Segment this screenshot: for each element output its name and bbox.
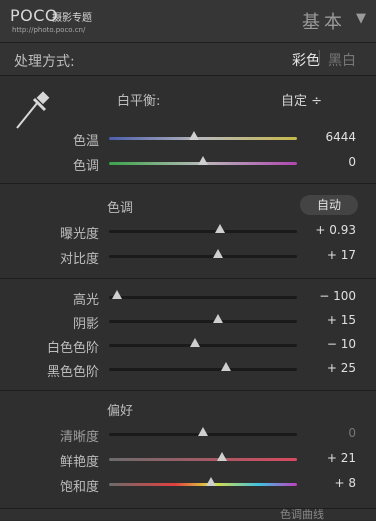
slider-row: 鲜艳度 + 21 <box>0 448 376 470</box>
slider-label: 高光 <box>72 293 99 308</box>
slider-row: 白色色阶 − 10 <box>0 334 376 356</box>
section-divider <box>0 390 376 391</box>
slider-thumb[interactable] <box>214 224 225 233</box>
presence-title: 偏好 <box>107 404 134 419</box>
slider-track[interactable] <box>109 483 297 486</box>
slider-track[interactable] <box>109 230 297 233</box>
slider-thumb[interactable] <box>213 314 224 323</box>
slider-row: 色调 0 <box>0 152 376 174</box>
slider-row: 色温 6444 <box>0 127 376 149</box>
slider-track[interactable] <box>109 344 297 347</box>
color-option[interactable]: 彩色 <box>292 50 320 70</box>
slider-value[interactable]: + 8 <box>334 476 356 490</box>
basic-panel: POCO 摄影专题 http://photo.poco.cn/ 基本 ▼ 处理方… <box>0 0 376 520</box>
tone-title: 色调 <box>107 201 134 216</box>
slider-value[interactable]: + 25 <box>327 361 356 375</box>
logo-url: http://photo.poco.cn/ <box>12 26 86 34</box>
white-balance-label: 白平衡: <box>117 94 161 109</box>
slider-value[interactable]: 0 <box>348 155 356 169</box>
slider-track[interactable] <box>109 255 297 258</box>
logo-subtitle: 摄影专题 <box>52 13 92 24</box>
slider-label: 色调 <box>72 159 99 174</box>
slider-thumb[interactable] <box>216 452 227 461</box>
eyedropper-icon[interactable] <box>12 88 56 132</box>
slider-value[interactable]: 0 <box>348 426 356 440</box>
slider-row: 曝光度 + 0.93 <box>0 220 376 242</box>
slider-thumb[interactable] <box>188 131 199 140</box>
slider-row: 黑色色阶 + 25 <box>0 358 376 380</box>
slider-track[interactable] <box>109 458 297 461</box>
slider-track[interactable] <box>109 137 297 140</box>
slider-value[interactable]: + 21 <box>327 451 356 465</box>
slider-label: 饱和度 <box>59 480 99 495</box>
slider-value[interactable]: 6444 <box>325 130 356 144</box>
slider-label: 清晰度 <box>59 430 99 445</box>
slider-label: 色温 <box>72 134 99 149</box>
slider-value[interactable]: − 100 <box>319 289 356 303</box>
slider-label: 阴影 <box>72 317 99 332</box>
treatment-label: 处理方式: <box>14 54 75 70</box>
slider-label: 白色色阶 <box>46 341 99 356</box>
slider-thumb[interactable] <box>205 477 216 486</box>
bw-option[interactable]: 黑白 <box>328 50 356 70</box>
slider-value[interactable]: − 10 <box>327 337 356 351</box>
poco-logo: POCO <box>10 6 59 25</box>
option-separator: | <box>317 49 322 65</box>
section-divider <box>0 278 376 279</box>
slider-row: 清晰度 0 <box>0 423 376 445</box>
section-divider <box>0 183 376 184</box>
slider-value[interactable]: + 17 <box>327 248 356 262</box>
slider-thumb[interactable] <box>111 290 122 299</box>
slider-label: 黑色色阶 <box>46 365 99 380</box>
slider-track[interactable] <box>109 296 297 299</box>
slider-track[interactable] <box>109 368 297 371</box>
slider-track[interactable] <box>109 320 297 323</box>
slider-row: 对比度 + 17 <box>0 245 376 267</box>
slider-label: 鲜艳度 <box>59 455 99 470</box>
panel-header[interactable]: POCO 摄影专题 http://photo.poco.cn/ 基本 ▼ <box>0 0 376 43</box>
slider-value[interactable]: + 15 <box>327 313 356 327</box>
slider-thumb[interactable] <box>198 427 208 436</box>
slider-row: 高光 − 100 <box>0 286 376 308</box>
slider-row: 阴影 + 15 <box>0 310 376 332</box>
slider-thumb[interactable] <box>190 338 201 347</box>
treatment-row: 处理方式: 彩色 | 黑白 <box>0 43 376 76</box>
slider-thumb[interactable] <box>220 362 231 371</box>
slider-thumb[interactable] <box>198 156 208 165</box>
white-balance-select[interactable]: 自定 ÷ <box>281 90 322 109</box>
auto-button[interactable]: 自动 <box>300 195 358 215</box>
slider-value[interactable]: + 0.93 <box>315 223 356 237</box>
next-panel-title: 色调曲线 <box>280 508 324 521</box>
slider-thumb[interactable] <box>213 249 224 258</box>
next-panel-header[interactable]: 色调曲线 <box>0 508 376 520</box>
slider-label: 曝光度 <box>59 227 99 242</box>
panel-title: 基本 <box>302 12 346 33</box>
slider-label: 对比度 <box>59 252 99 267</box>
triangle-down-icon[interactable]: ▼ <box>356 11 366 26</box>
slider-row: 饱和度 + 8 <box>0 473 376 495</box>
